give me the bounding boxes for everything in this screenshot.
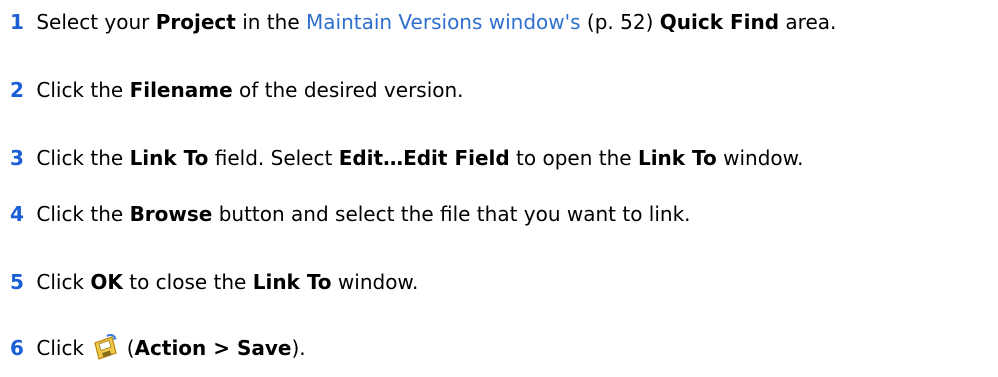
step-4: 4 Click the Browse button and select the…: [10, 200, 691, 228]
bold-term: Link To: [637, 146, 717, 170]
bold-term: Link To: [129, 146, 209, 170]
step-text: Click the Browse button and select the f…: [36, 202, 691, 226]
step-1: 1 Select your Project in the Maintain Ve…: [10, 8, 836, 36]
step-text: Click OK to close the Link To window.: [36, 270, 419, 294]
step-6: 6 Click (Action > Save).: [10, 333, 306, 362]
bold-term: Browse: [129, 202, 213, 226]
bold-term: Edit…Edit Field: [338, 146, 510, 170]
step-number: 6: [10, 336, 24, 360]
step-text: Select your Project in the Maintain Vers…: [36, 10, 837, 34]
step-text: Click the Link To field. Select Edit…Edi…: [36, 146, 804, 170]
maintain-versions-link[interactable]: Maintain Versions window's: [306, 10, 581, 34]
bold-term: Quick Find: [659, 10, 780, 34]
step-3: 3 Click the Link To field. Select Edit…E…: [10, 144, 804, 172]
step-5: 5 Click OK to close the Link To window.: [10, 268, 418, 296]
step-number: 3: [10, 146, 24, 170]
step-2: 2 Click the Filename of the desired vers…: [10, 76, 464, 104]
step-number: 5: [10, 270, 24, 294]
save-floppy-icon: [92, 333, 118, 360]
bold-term: OK: [90, 270, 123, 294]
step-text: Click (Action > Save).: [36, 333, 306, 360]
step-number: 4: [10, 202, 24, 226]
bold-term: Project: [155, 10, 236, 34]
bold-term: Link To: [252, 270, 332, 294]
bold-term: Action > Save: [134, 336, 292, 360]
step-number: 1: [10, 10, 24, 34]
step-text: Click the Filename of the desired versio…: [36, 78, 464, 102]
bold-term: Filename: [129, 78, 233, 102]
step-number: 2: [10, 78, 24, 102]
